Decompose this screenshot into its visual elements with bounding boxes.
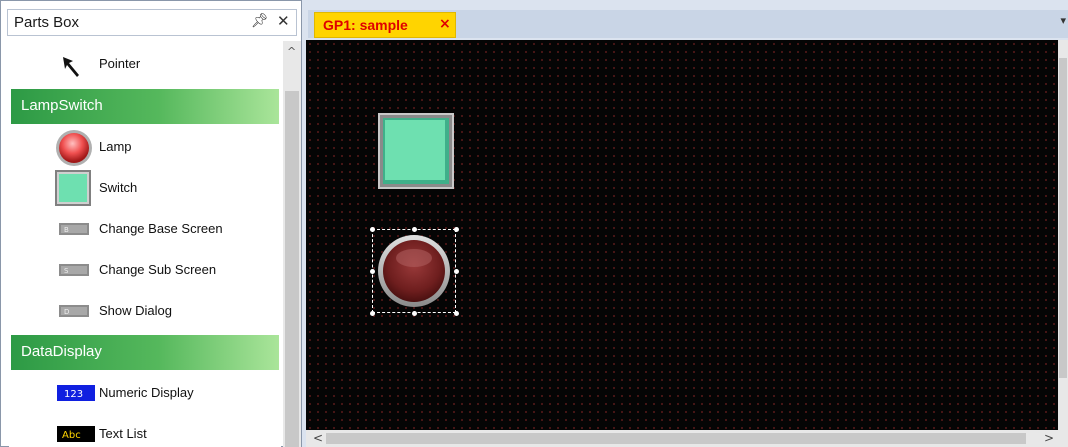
chevron-down-icon[interactable]: ▾ (1060, 14, 1066, 27)
badge-text: B (64, 226, 69, 234)
screen-canvas[interactable] (306, 40, 1058, 430)
parts-item-switch[interactable]: Switch (9, 167, 281, 208)
parts-item-label: Change Sub Screen (99, 262, 217, 277)
parts-item-label: Numeric Display (99, 385, 194, 400)
change-sub-screen-icon: S (59, 264, 89, 276)
scroll-thumb[interactable] (1059, 58, 1067, 378)
change-base-screen-icon: B (59, 223, 89, 235)
scroll-thumb[interactable] (285, 91, 299, 447)
tab-close-icon[interactable]: × (439, 16, 451, 32)
badge-text: S (64, 267, 69, 275)
pin-icon[interactable]: 📌︎ (251, 13, 269, 29)
parts-vertical-scrollbar[interactable]: ^ (283, 41, 301, 447)
badge-text: 123 (64, 389, 83, 400)
parts-item-text-list[interactable]: Abc Text List (9, 413, 281, 447)
category-label: DataDisplay (21, 343, 102, 360)
selection-handle[interactable] (454, 227, 459, 232)
tab-gp1-sample[interactable]: GP1: sample × (314, 12, 456, 38)
canvas-switch-part[interactable] (378, 113, 454, 189)
category-datadisplay[interactable]: DataDisplay (11, 335, 279, 370)
selection-handle[interactable] (412, 311, 417, 316)
canvas-lamp-part[interactable] (377, 234, 451, 308)
badge-text: D (64, 308, 69, 316)
parts-item-label: Change Base Screen (99, 221, 223, 236)
numeric-display-icon: 123 (57, 385, 95, 401)
badge-text: Abc (62, 430, 81, 441)
scroll-left-icon[interactable]: < (313, 431, 323, 445)
scroll-thumb[interactable] (326, 433, 1026, 444)
selection-handle[interactable] (370, 227, 375, 232)
parts-item-lamp[interactable]: Lamp (9, 126, 281, 167)
parts-item-show-dialog[interactable]: D Show Dialog (9, 290, 281, 331)
selection-handle[interactable] (370, 269, 375, 274)
parts-item-change-base-screen[interactable]: B Change Base Screen (9, 208, 281, 249)
selection-handle[interactable] (370, 311, 375, 316)
parts-item-pointer[interactable]: Pointer (9, 43, 281, 84)
pointer-arrow-icon (63, 57, 79, 77)
category-label: LampSwitch (21, 97, 103, 114)
app-root: Parts Box 📌︎ ✕ Pointer LampSwitch Lamp S… (0, 0, 1068, 447)
tab-label: GP1: sample (323, 17, 408, 33)
parts-item-label: Lamp (99, 139, 132, 154)
parts-list: Pointer LampSwitch Lamp Switch B Change … (9, 41, 281, 447)
scroll-up-icon[interactable]: ^ (287, 45, 296, 58)
parts-box-panel: Parts Box 📌︎ ✕ Pointer LampSwitch Lamp S… (0, 0, 302, 447)
editor-tab-bar: GP1: sample × ▾ (308, 10, 1068, 38)
canvas-vertical-scrollbar[interactable] (1058, 40, 1068, 430)
parts-item-label: Text List (99, 426, 147, 441)
lamp-icon (56, 130, 92, 166)
parts-item-change-sub-screen[interactable]: S Change Sub Screen (9, 249, 281, 290)
text-list-icon: Abc (57, 426, 95, 442)
selection-handle[interactable] (454, 269, 459, 274)
selection-handle[interactable] (454, 311, 459, 316)
parts-box-title: Parts Box (14, 14, 80, 31)
parts-item-label: Show Dialog (99, 303, 172, 318)
parts-item-label: Switch (99, 180, 138, 195)
parts-box-header: Parts Box 📌︎ ✕ (7, 9, 297, 36)
selection-handle[interactable] (412, 227, 417, 232)
switch-icon (55, 170, 91, 206)
show-dialog-icon: D (59, 305, 89, 317)
parts-item-label: Pointer (99, 56, 141, 71)
scroll-right-icon[interactable]: > (1044, 431, 1054, 445)
parts-item-numeric-display[interactable]: 123 Numeric Display (9, 372, 281, 413)
canvas-horizontal-scrollbar[interactable]: < > (306, 430, 1068, 447)
close-icon[interactable]: ✕ (277, 12, 290, 30)
category-lampswitch[interactable]: LampSwitch (11, 89, 279, 124)
